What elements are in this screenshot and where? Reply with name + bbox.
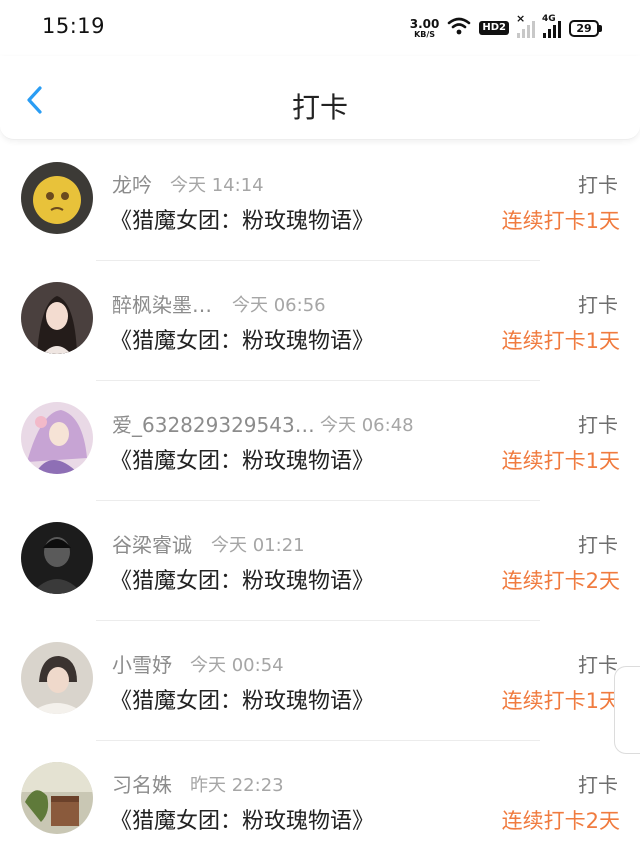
user-name[interactable]: 龙吟 <box>112 169 152 198</box>
avatar[interactable] <box>21 642 93 714</box>
network-speed-unit: KB/S <box>414 29 436 39</box>
user-name[interactable]: 醉枫染墨… <box>112 289 212 318</box>
network-speed: 3.00 KB/S <box>410 18 440 39</box>
checkin-time: 今天 00:54 <box>190 655 284 676</box>
streak-label: 连续打卡2天 <box>501 569 620 593</box>
avatar[interactable] <box>21 762 93 834</box>
checkin-item[interactable]: 龙吟 今天 14:14 《猎魔女团：粉玫瑰物语》 打卡 连续打卡1天 <box>0 141 640 261</box>
signal-sim2-icon: 4G <box>542 14 561 38</box>
checkin-item[interactable]: 习名姝 昨天 22:23 《猎魔女团：粉玫瑰物语》 打卡 连续打卡2天 <box>0 741 640 860</box>
user-name[interactable]: 爱_632829329543… <box>112 409 315 438</box>
book-title[interactable]: 《猎魔女团：粉玫瑰物语》 <box>110 803 374 835</box>
avatar[interactable] <box>21 162 93 234</box>
checkin-item[interactable]: 醉枫染墨… 今天 06:56 《猎魔女团：粉玫瑰物语》 打卡 连续打卡1天 <box>0 261 640 381</box>
signal-sim1-icon: × <box>516 12 535 38</box>
checkin-time: 昨天 22:23 <box>190 775 284 796</box>
header: 打卡 <box>0 56 640 140</box>
action-label: 打卡 <box>578 173 618 197</box>
checkin-item[interactable]: 谷梁睿诚 今天 01:21 《猎魔女团：粉玫瑰物语》 打卡 连续打卡2天 <box>0 501 640 621</box>
book-title[interactable]: 《猎魔女团：粉玫瑰物语》 <box>110 203 374 235</box>
streak-label: 连续打卡2天 <box>501 809 620 833</box>
streak-label: 连续打卡1天 <box>501 449 620 473</box>
network-speed-value: 3.00 <box>409 16 440 31</box>
status-icons: 3.00 KB/S HD2 × 4G 29 <box>410 12 602 41</box>
user-name[interactable]: 小雪妤 <box>112 649 172 678</box>
wifi-icon <box>447 17 471 39</box>
checkin-time: 今天 06:56 <box>232 295 326 316</box>
action-label: 打卡 <box>578 773 618 797</box>
user-name[interactable]: 习名姝 <box>112 769 172 798</box>
action-label: 打卡 <box>578 413 618 437</box>
checkin-list: 龙吟 今天 14:14 《猎魔女团：粉玫瑰物语》 打卡 连续打卡1天 醉枫染墨…… <box>0 141 640 860</box>
checkin-time: 今天 14:14 <box>170 175 264 196</box>
book-title[interactable]: 《猎魔女团：粉玫瑰物语》 <box>110 443 374 475</box>
avatar[interactable] <box>21 402 93 474</box>
battery-icon: 29 <box>569 19 602 37</box>
book-title[interactable]: 《猎魔女团：粉玫瑰物语》 <box>110 563 374 595</box>
avatar[interactable] <box>21 522 93 594</box>
user-name[interactable]: 谷梁睿诚 <box>112 529 192 558</box>
book-title[interactable]: 《猎魔女团：粉玫瑰物语》 <box>110 683 374 715</box>
streak-label: 连续打卡1天 <box>501 209 620 233</box>
book-title[interactable]: 《猎魔女团：粉玫瑰物语》 <box>110 323 374 355</box>
checkin-item[interactable]: 小雪妤 今天 00:54 《猎魔女团：粉玫瑰物语》 打卡 连续打卡1天 <box>0 621 640 741</box>
checkin-time: 今天 06:48 <box>320 415 414 436</box>
streak-label: 连续打卡1天 <box>501 689 620 713</box>
action-label: 打卡 <box>578 533 618 557</box>
status-bar: 15:19 3.00 KB/S HD2 × 4G 29 <box>0 0 640 56</box>
checkin-time: 今天 01:21 <box>211 535 305 556</box>
checkin-item[interactable]: 爱_632829329543… 今天 06:48 《猎魔女团：粉玫瑰物语》 打卡… <box>0 381 640 501</box>
streak-label: 连续打卡1天 <box>501 329 620 353</box>
side-drawer-handle[interactable] <box>614 666 640 754</box>
hd-voice-badge: HD2 <box>479 21 509 35</box>
page-title: 打卡 <box>291 91 348 124</box>
avatar[interactable] <box>21 282 93 354</box>
action-label: 打卡 <box>578 293 618 317</box>
action-label: 打卡 <box>578 653 618 677</box>
status-time: 15:19 <box>42 14 106 38</box>
battery-level: 29 <box>569 19 599 37</box>
